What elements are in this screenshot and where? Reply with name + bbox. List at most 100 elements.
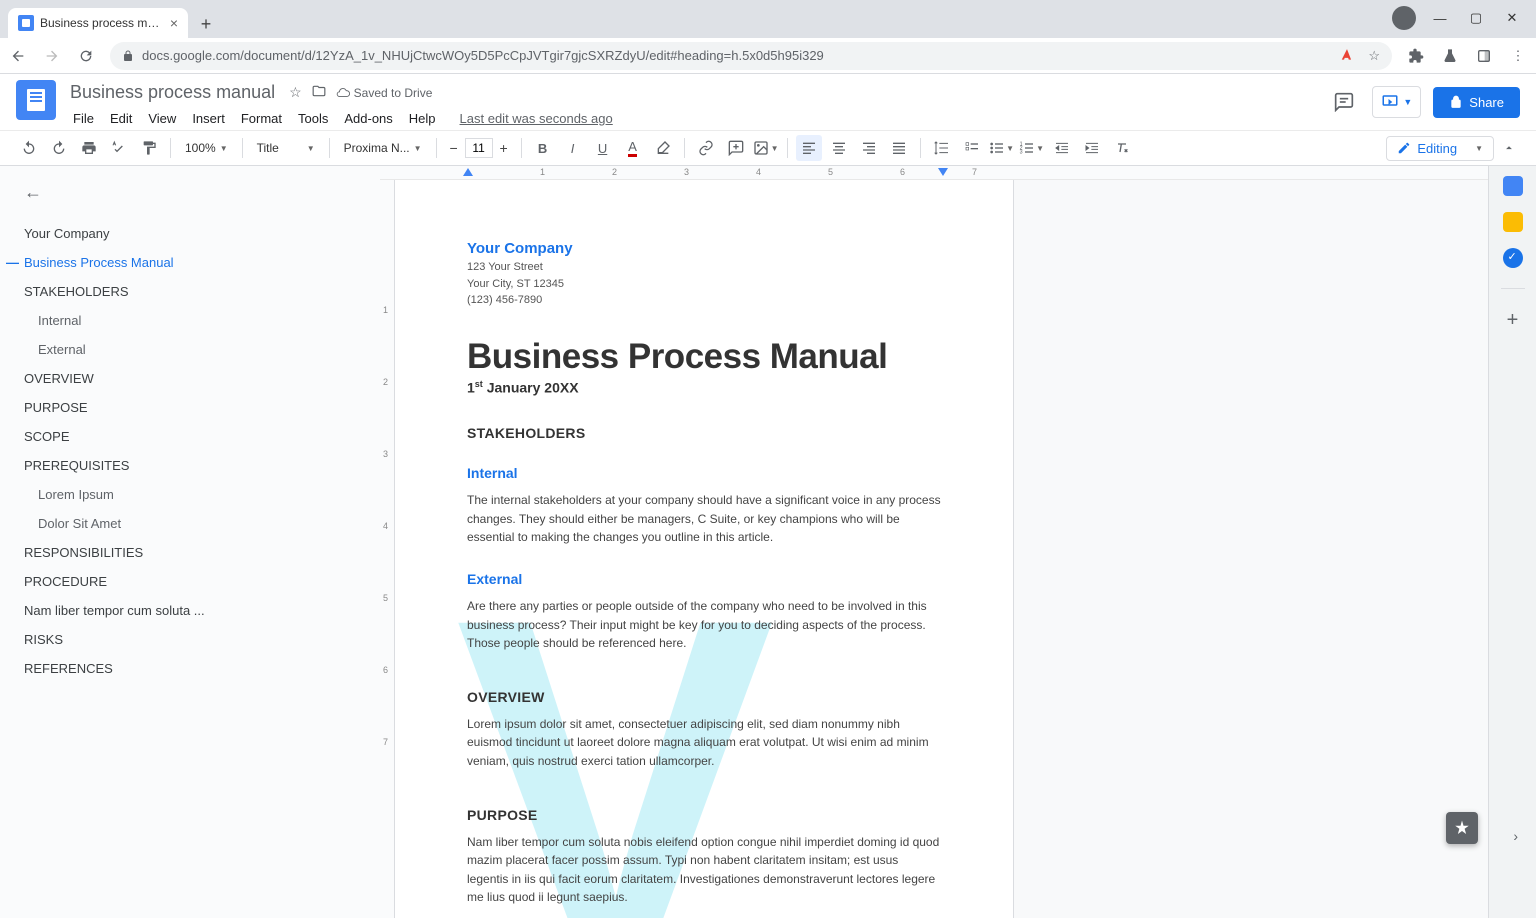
highlight-icon[interactable]	[650, 135, 676, 161]
menu-tools[interactable]: Tools	[291, 107, 335, 130]
bold-icon[interactable]: B	[530, 135, 556, 161]
outline-item[interactable]: Internal	[24, 306, 360, 335]
bookmark-icon[interactable]: ☆	[1368, 48, 1380, 64]
comments-icon[interactable]	[1328, 86, 1360, 118]
indent-increase-icon[interactable]	[1079, 135, 1105, 161]
font-size-increase[interactable]: +	[495, 138, 513, 158]
translate-icon[interactable]	[1340, 48, 1354, 64]
outline-item[interactable]: REFERENCES	[24, 654, 360, 683]
menu-insert[interactable]: Insert	[185, 107, 232, 130]
outline-item-active[interactable]: Business Process Manual	[24, 248, 360, 277]
active-tab[interactable]: Business process manual - Goog ×	[8, 8, 188, 38]
outline-item[interactable]: Lorem Ipsum	[24, 480, 360, 509]
menu-edit[interactable]: Edit	[103, 107, 139, 130]
window-controls: — ▢ ✕	[1392, 6, 1528, 38]
document-canvas[interactable]: 1 2 3 4 5 6 7 1 2 3 4 5 6 7 V Your Compa…	[380, 166, 1488, 918]
insert-image-icon[interactable]: ▼	[753, 135, 779, 161]
outline-item[interactable]: RISKS	[24, 625, 360, 654]
paint-format-icon[interactable]	[136, 135, 162, 161]
overflow-icon[interactable]	[1474, 46, 1494, 66]
align-center-icon[interactable]	[826, 135, 852, 161]
side-panel: +	[1488, 166, 1536, 918]
outline-item[interactable]: PURPOSE	[24, 393, 360, 422]
spellcheck-icon[interactable]	[106, 135, 132, 161]
maximize-icon[interactable]: ▢	[1464, 6, 1488, 30]
move-icon[interactable]	[312, 84, 326, 101]
align-left-icon[interactable]	[796, 135, 822, 161]
document-title-input[interactable]: Business process manual	[66, 80, 279, 105]
checklist-icon[interactable]	[959, 135, 985, 161]
back-icon[interactable]	[8, 46, 28, 66]
hide-menus-icon[interactable]	[1498, 137, 1520, 159]
forward-icon[interactable]	[42, 46, 62, 66]
share-button[interactable]: Share	[1433, 87, 1520, 118]
close-window-icon[interactable]: ✕	[1500, 6, 1524, 30]
outline-item[interactable]: Dolor Sit Amet	[24, 509, 360, 538]
font-size-decrease[interactable]: −	[445, 138, 463, 158]
menu-help[interactable]: Help	[402, 107, 443, 130]
last-edit-link[interactable]: Last edit was seconds ago	[453, 107, 620, 130]
outline-item[interactable]: Your Company	[24, 219, 360, 248]
underline-icon[interactable]: U	[590, 135, 616, 161]
calendar-icon[interactable]	[1503, 176, 1523, 196]
undo-icon[interactable]	[16, 135, 42, 161]
explore-button[interactable]	[1446, 812, 1478, 844]
flask-icon[interactable]	[1440, 46, 1460, 66]
profile-avatar[interactable]	[1392, 6, 1416, 30]
italic-icon[interactable]: I	[560, 135, 586, 161]
text-color-icon[interactable]: A	[620, 135, 646, 161]
keep-icon[interactable]	[1503, 212, 1523, 232]
clear-format-icon[interactable]	[1109, 135, 1135, 161]
heading-internal: Internal	[467, 465, 941, 481]
line-spacing-icon[interactable]	[929, 135, 955, 161]
tab-close-icon[interactable]: ×	[170, 15, 178, 31]
print-icon[interactable]	[76, 135, 102, 161]
align-right-icon[interactable]	[856, 135, 882, 161]
extensions-icon[interactable]	[1406, 46, 1426, 66]
get-addons-icon[interactable]: +	[1507, 309, 1519, 332]
numbered-list-icon[interactable]: 123▼	[1019, 135, 1045, 161]
style-select[interactable]: Title▼	[251, 139, 321, 157]
ruler-indent-left[interactable]	[463, 168, 473, 176]
outline-item[interactable]: PROCEDURE	[24, 567, 360, 596]
outline-item[interactable]: RESPONSIBILITIES	[24, 538, 360, 567]
new-tab-button[interactable]: +	[192, 10, 220, 38]
outline-item[interactable]: OVERVIEW	[24, 364, 360, 393]
bullet-list-icon[interactable]: ▼	[989, 135, 1015, 161]
font-size-input[interactable]	[465, 138, 493, 158]
menu-file[interactable]: File	[66, 107, 101, 130]
outline-item[interactable]: SCOPE	[24, 422, 360, 451]
outline-item[interactable]: STAKEHOLDERS	[24, 277, 360, 306]
font-select[interactable]: Proxima N...▼	[338, 139, 428, 157]
add-comment-icon[interactable]	[723, 135, 749, 161]
menu-view[interactable]: View	[141, 107, 183, 130]
collapse-panel-icon[interactable]: ›	[1513, 828, 1518, 844]
rail-separator	[1501, 288, 1525, 289]
outline-item[interactable]: PREREQUISITES	[24, 451, 360, 480]
align-justify-icon[interactable]	[886, 135, 912, 161]
minimize-icon[interactable]: —	[1428, 6, 1452, 30]
outline-panel: ← Your Company Business Process Manual S…	[0, 166, 380, 918]
outline-item[interactable]: External	[24, 335, 360, 364]
zoom-select[interactable]: 100%▼	[179, 139, 234, 157]
present-button[interactable]: ▼	[1372, 86, 1421, 118]
menu-icon[interactable]: ⋮	[1508, 46, 1528, 66]
url-input[interactable]: docs.google.com/document/d/12YzA_1v_NHUj…	[110, 42, 1392, 70]
reload-icon[interactable]	[76, 46, 96, 66]
tasks-icon[interactable]	[1503, 248, 1523, 268]
star-icon[interactable]: ☆	[289, 84, 302, 101]
ruler-indent-right[interactable]	[938, 168, 948, 176]
horizontal-ruler[interactable]: 1 2 3 4 5 6 7	[380, 166, 1488, 180]
outline-close-icon[interactable]: ←	[24, 182, 360, 203]
editing-mode-select[interactable]: Editing▼	[1386, 136, 1494, 161]
vertical-ruler[interactable]: 1 2 3 4 5 6 7	[380, 180, 394, 918]
outline-item[interactable]: Nam liber tempor cum soluta ...	[24, 596, 360, 625]
menu-format[interactable]: Format	[234, 107, 289, 130]
indent-decrease-icon[interactable]	[1049, 135, 1075, 161]
document-page[interactable]: V Your Company 123 Your Street Your City…	[394, 180, 1014, 918]
redo-icon[interactable]	[46, 135, 72, 161]
cloud-status[interactable]: Saved to Drive	[336, 84, 433, 101]
docs-app-icon[interactable]	[16, 80, 56, 120]
link-icon[interactable]	[693, 135, 719, 161]
menu-addons[interactable]: Add-ons	[337, 107, 399, 130]
